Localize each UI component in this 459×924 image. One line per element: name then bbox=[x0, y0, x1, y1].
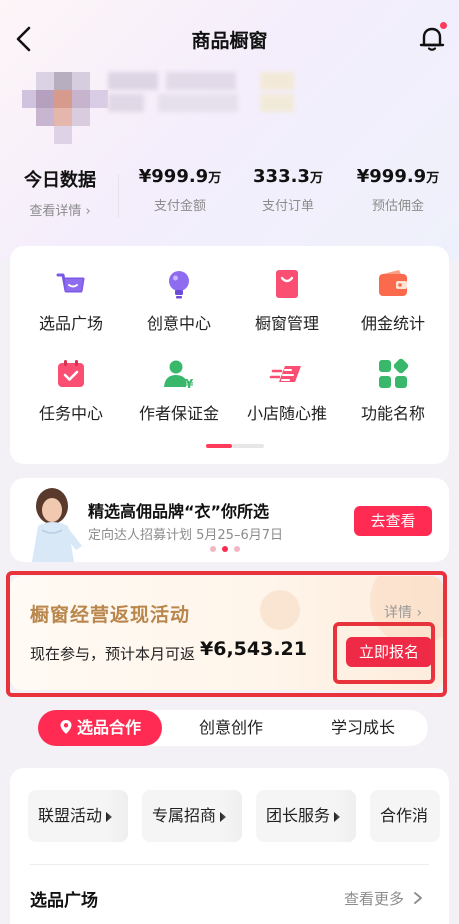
chip-label: 团长服务 bbox=[266, 806, 331, 825]
decoration bbox=[334, 790, 356, 842]
svg-text:¥: ¥ bbox=[185, 377, 194, 391]
location-pin-icon bbox=[60, 720, 72, 734]
page-title: 商品橱窗 bbox=[191, 30, 268, 52]
banner-title: 精选高佣品牌“衣”你所选 bbox=[88, 502, 270, 521]
notification-dot bbox=[440, 22, 447, 29]
promo-banner[interactable]: 精选高佣品牌“衣”你所选 定向达人招募计划 5月25–6月7日 去查看 bbox=[10, 478, 449, 562]
chip-alliance-activity[interactable]: 联盟活动 bbox=[28, 790, 128, 842]
tab-label: 创意创作 bbox=[198, 718, 263, 737]
shopping-bag-icon bbox=[269, 266, 305, 302]
grid-label: 任务中心 bbox=[38, 404, 103, 423]
page-indicator-active bbox=[206, 444, 232, 448]
stat-unit: 万 bbox=[309, 171, 323, 186]
stat-value: ¥999.9 bbox=[138, 166, 209, 187]
stat-label: 支付订单 bbox=[261, 199, 314, 214]
grid-page-indicator bbox=[206, 444, 264, 448]
grid-item-window-management[interactable]: 橱窗管理 bbox=[232, 266, 342, 334]
today-data[interactable]: 今日数据 查看详情 › bbox=[14, 166, 106, 219]
chip-label: 专属招商 bbox=[152, 806, 217, 825]
stat-label: 预估佣金 bbox=[371, 199, 424, 214]
chevron-right-icon bbox=[413, 892, 422, 904]
view-details-label: 查看详情 bbox=[29, 204, 82, 219]
user-yuan-icon: ¥ bbox=[161, 356, 197, 392]
grid-item-task-center[interactable]: 任务中心 bbox=[16, 356, 126, 424]
stat-label: 支付金额 bbox=[153, 199, 206, 214]
stat-payment-amount: ¥999.9万 支付金额 bbox=[128, 166, 232, 214]
model-image bbox=[32, 488, 82, 562]
signup-highlight-box bbox=[333, 622, 435, 684]
grid-item-function-name[interactable]: 功能名称 bbox=[338, 356, 448, 424]
grid-item-author-deposit[interactable]: ¥ 作者保证金 bbox=[124, 356, 234, 424]
grid-label: 功能名称 bbox=[360, 404, 425, 423]
chip-label: 合作消 bbox=[380, 806, 429, 825]
tab-label: 选品合作 bbox=[76, 718, 141, 737]
grid-label: 佣金统计 bbox=[360, 314, 425, 333]
stats-divider bbox=[118, 174, 119, 218]
carousel-dot bbox=[210, 546, 216, 552]
stat-payment-orders: 333.3万 支付订单 bbox=[238, 166, 338, 214]
tab-label: 学习成长 bbox=[330, 718, 395, 737]
grid-label: 作者保证金 bbox=[138, 404, 219, 423]
grid-label: 小店随心推 bbox=[246, 404, 327, 423]
calendar-check-icon bbox=[53, 356, 89, 392]
decoration bbox=[106, 790, 128, 842]
stat-value: 333.3 bbox=[253, 166, 310, 187]
stat-unit: 万 bbox=[426, 171, 440, 186]
grid-item-commission-stats[interactable]: 佣金统计 bbox=[338, 266, 448, 334]
tab-bar: 选品合作 创意创作 学习成长 bbox=[38, 710, 428, 746]
grid-label: 橱窗管理 bbox=[254, 314, 319, 333]
see-more-link[interactable]: 查看更多 bbox=[344, 888, 423, 909]
stat-estimated-commission: ¥999.9万 预估佣金 bbox=[346, 166, 450, 214]
grid-label: 选品广场 bbox=[38, 314, 103, 333]
cart-icon bbox=[53, 266, 89, 302]
go-check-button[interactable]: 去查看 bbox=[354, 506, 432, 536]
decoration bbox=[220, 790, 242, 842]
carousel-dot-active bbox=[222, 546, 228, 552]
divider bbox=[30, 864, 429, 865]
chip-label: 联盟活动 bbox=[38, 806, 103, 825]
view-details-link[interactable]: 查看详情 › bbox=[14, 200, 106, 219]
stat-unit: 万 bbox=[208, 171, 222, 186]
wallet-icon bbox=[375, 266, 411, 302]
stats-bar: 今日数据 查看详情 › ¥999.9万 支付金额 333.3万 支付订单 ¥99… bbox=[0, 166, 459, 230]
grid-label: 创意中心 bbox=[146, 314, 211, 333]
section-title: 选品广场 bbox=[30, 891, 98, 911]
tab-learning[interactable]: 学习成长 bbox=[308, 710, 418, 746]
function-grid: 选品广场 创意中心 橱窗管理 佣金统计 任务中心 ¥ 作者保证金 小店随心推 功… bbox=[10, 246, 449, 464]
rocket-icon bbox=[269, 356, 305, 392]
see-more-label: 查看更多 bbox=[344, 890, 405, 908]
account-name bbox=[108, 72, 298, 128]
today-data-title: 今日数据 bbox=[24, 170, 96, 191]
banner-subtitle: 定向达人招募计划 5月25–6月7日 bbox=[88, 528, 283, 543]
chip-cooperation[interactable]: 合作消 bbox=[370, 790, 440, 842]
stat-value: ¥999.9 bbox=[356, 166, 427, 187]
carousel-dot bbox=[234, 546, 240, 552]
lightbulb-icon bbox=[161, 266, 197, 302]
banner-carousel-dots bbox=[210, 546, 250, 552]
chip-exclusive-merchants[interactable]: 专属招商 bbox=[142, 790, 242, 842]
tab-creative[interactable]: 创意创作 bbox=[176, 710, 286, 746]
apps-icon bbox=[375, 356, 411, 392]
grid-item-creative-center[interactable]: 创意中心 bbox=[124, 266, 234, 334]
grid-item-store-promote[interactable]: 小店随心推 bbox=[232, 356, 342, 424]
navbar: 商品橱窗 bbox=[0, 0, 459, 78]
page-indicator-inactive bbox=[232, 444, 264, 448]
chip-leader-service[interactable]: 团长服务 bbox=[256, 790, 356, 842]
tab-product-cooperation[interactable]: 选品合作 bbox=[38, 710, 162, 746]
chevron-right-icon: › bbox=[81, 204, 91, 219]
grid-item-product-square[interactable]: 选品广场 bbox=[16, 266, 126, 334]
selection-card: 联盟活动 专属招商 团长服务 合作消 选品广场 查看更多 bbox=[10, 768, 449, 924]
